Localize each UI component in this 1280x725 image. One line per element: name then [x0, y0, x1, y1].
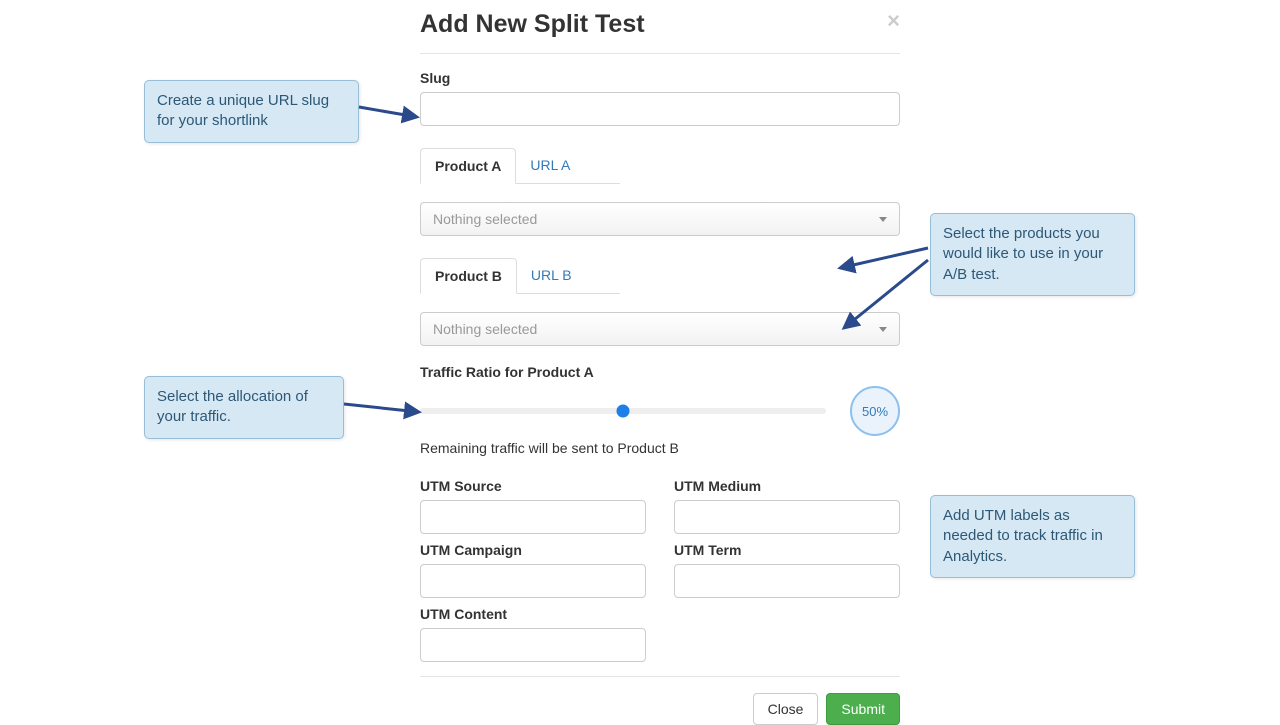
- slug-input[interactable]: [420, 92, 900, 126]
- divider: [420, 676, 900, 677]
- slug-label: Slug: [420, 70, 900, 86]
- callout-products: Select the products you would like to us…: [930, 213, 1135, 296]
- close-icon[interactable]: ×: [887, 10, 900, 32]
- utm-content-row: UTM Content: [420, 606, 646, 662]
- tab-product-b[interactable]: Product B: [420, 258, 517, 294]
- submit-button[interactable]: Submit: [826, 693, 900, 725]
- utm-source-input[interactable]: [420, 500, 646, 534]
- traffic-value-badge: 50%: [850, 386, 900, 436]
- traffic-slider[interactable]: [420, 408, 826, 414]
- utm-term-label: UTM Term: [674, 542, 900, 558]
- tabs-product-a: Product A URL A: [420, 148, 620, 184]
- modal-title: Add New Split Test: [420, 10, 645, 39]
- utm-medium-input[interactable]: [674, 500, 900, 534]
- modal-footer: Close Submit: [420, 683, 900, 725]
- utm-campaign-input[interactable]: [420, 564, 646, 598]
- close-button[interactable]: Close: [753, 693, 819, 725]
- modal-header: Add New Split Test ×: [420, 10, 900, 53]
- chevron-down-icon: [879, 217, 887, 222]
- callout-traffic: Select the allocation of your traffic.: [144, 376, 344, 439]
- product-b-select-text: Nothing selected: [433, 321, 537, 337]
- tab-url-b[interactable]: URL B: [517, 258, 586, 293]
- utm-term-input[interactable]: [674, 564, 900, 598]
- traffic-helper-text: Remaining traffic will be sent to Produc…: [420, 440, 900, 456]
- modal-body: Slug Product A URL A Nothing selected Pr…: [420, 54, 900, 725]
- utm-content-label: UTM Content: [420, 606, 646, 622]
- product-a-select-text: Nothing selected: [433, 211, 537, 227]
- arrow-icon: [820, 228, 940, 348]
- tab-url-a[interactable]: URL A: [516, 148, 584, 183]
- utm-medium-label: UTM Medium: [674, 478, 900, 494]
- traffic-slider-thumb[interactable]: [617, 405, 630, 418]
- split-test-modal: Add New Split Test × Slug Product A URL …: [420, 10, 900, 725]
- callout-slug: Create a unique URL slug for your shortl…: [144, 80, 359, 143]
- traffic-slider-row: 50%: [420, 386, 900, 436]
- traffic-ratio-label: Traffic Ratio for Product A: [420, 364, 900, 380]
- tab-product-a[interactable]: Product A: [420, 148, 516, 184]
- callout-utm: Add UTM labels as needed to track traffi…: [930, 495, 1135, 578]
- tabs-product-b: Product B URL B: [420, 258, 620, 294]
- utm-source-label: UTM Source: [420, 478, 646, 494]
- arrow-icon: [359, 99, 429, 129]
- utm-grid: UTM Source UTM Medium UTM Campaign UTM T…: [420, 478, 900, 598]
- utm-content-input[interactable]: [420, 628, 646, 662]
- arrow-icon: [344, 396, 434, 426]
- traffic-ratio-section: Traffic Ratio for Product A 50% Remainin…: [420, 364, 900, 456]
- utm-campaign-label: UTM Campaign: [420, 542, 646, 558]
